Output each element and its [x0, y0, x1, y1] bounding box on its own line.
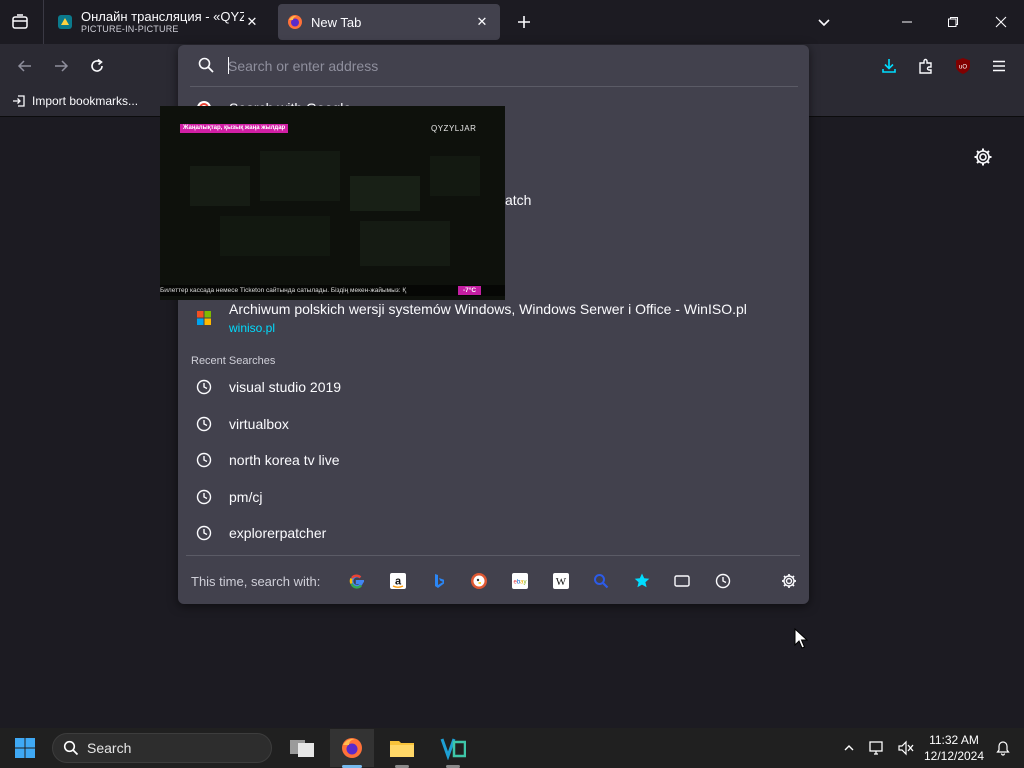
pip-channel-logo: QYZYLJAR [431, 124, 477, 133]
visual-studio-code-app-icon[interactable] [431, 729, 475, 767]
app-menu-hamburger-icon[interactable] [986, 53, 1012, 79]
recent-search-row[interactable]: explorerpatcher [186, 522, 800, 544]
suggestion-partial-text: atch [505, 192, 532, 208]
recent-search-row[interactable]: north korea tv live [186, 449, 800, 471]
svg-text:a: a [395, 576, 402, 588]
import-bookmarks-label: Import bookmarks... [32, 94, 139, 108]
notifications-bell-icon[interactable] [992, 736, 1014, 760]
tab-new-tab[interactable]: New Tab ✕ [278, 4, 500, 40]
pip-channel-badge: Жаңалықтар, қызық жаңа жылдар [180, 124, 289, 133]
windows-logo-icon [194, 308, 214, 328]
tab-title: New Tab [311, 14, 362, 30]
import-icon [12, 94, 26, 108]
downloads-icon[interactable] [876, 53, 902, 79]
show-hidden-icons-chevron-icon[interactable] [838, 736, 860, 760]
reload-icon[interactable] [84, 53, 110, 79]
newtab-settings-gear-icon[interactable] [972, 146, 994, 168]
bing-icon[interactable] [428, 570, 450, 592]
clock-time: 11:32 AM [929, 733, 979, 747]
close-tab-icon[interactable]: ✕ [474, 14, 490, 30]
result-url: winiso.pl [229, 321, 276, 335]
history-clock-icon [194, 450, 214, 470]
amazon-icon[interactable]: a [387, 570, 409, 592]
svg-text:W: W [556, 576, 567, 588]
list-all-tabs-chevron-icon[interactable] [812, 10, 836, 34]
history-icon[interactable] [712, 570, 734, 592]
history-clock-icon [194, 487, 214, 507]
google-icon[interactable] [346, 570, 368, 592]
new-tab-plus-icon[interactable] [512, 10, 536, 34]
close-window-icon[interactable] [978, 0, 1024, 44]
recent-search-label: explorerpatcher [229, 525, 327, 541]
search-icon [197, 56, 215, 74]
clock-date: 12/12/2024 [923, 749, 985, 763]
tab-title: Онлайн трансляция - «QYZYLJ [81, 9, 244, 24]
recent-search-row[interactable]: virtualbox [186, 413, 800, 435]
result-title: Archiwum polskich wersji systemów Window… [229, 301, 747, 317]
recent-search-label: virtualbox [229, 416, 289, 432]
ublock-origin-icon[interactable]: uO [950, 53, 976, 79]
restore-window-icon[interactable] [930, 0, 976, 44]
tab-list-icon[interactable] [6, 8, 34, 36]
minimize-window-icon[interactable] [884, 0, 930, 44]
history-clock-icon [194, 523, 214, 543]
history-clock-icon [194, 414, 214, 434]
windows-start-icon[interactable] [8, 732, 42, 764]
recent-search-row[interactable]: visual studio 2019 [186, 376, 800, 398]
urlbar-footer-divider [186, 555, 800, 556]
pip-video-frame [160, 106, 505, 300]
channel-favicon-icon [57, 14, 73, 30]
task-view-icon[interactable] [280, 729, 324, 767]
system-clock[interactable]: 11:32 AM 12/12/2024 [917, 732, 991, 764]
search-tabs-icon[interactable] [590, 570, 612, 592]
recent-search-label: visual studio 2019 [229, 379, 342, 395]
ebay-icon[interactable]: ebay [509, 570, 531, 592]
search-settings-gear-icon[interactable] [778, 570, 800, 592]
tab-subtitle: PICTURE-IN-PICTURE [81, 24, 179, 34]
network-display-icon[interactable] [866, 736, 888, 760]
duckduckgo-icon[interactable] [468, 570, 490, 592]
recent-searches-header: Recent Searches [191, 355, 276, 367]
picture-in-picture-window[interactable] [160, 106, 505, 300]
pip-temperature: -7°C [458, 286, 482, 295]
search-icon [63, 740, 79, 756]
extensions-puzzle-icon[interactable] [913, 53, 939, 79]
recent-search-row[interactable]: pm/cj [186, 486, 800, 508]
close-tab-icon[interactable]: ✕ [244, 14, 260, 30]
bookmarks-star-icon[interactable] [631, 570, 653, 592]
mouse-cursor-icon [794, 628, 808, 650]
tab-separator [43, 0, 44, 44]
recent-search-label: pm/cj [229, 489, 263, 505]
urlbar-divider [190, 86, 798, 87]
volume-muted-icon[interactable] [895, 736, 917, 760]
history-clock-icon [194, 377, 214, 397]
result-row-winiso[interactable]: Archiwum polskich wersji systemów Window… [186, 296, 800, 340]
tab-pip-stream[interactable]: Онлайн трансляция - «QYZYLJ PICTURE-IN-P… [48, 4, 270, 40]
address-search-input[interactable] [228, 55, 788, 77]
search-with-label: This time, search with: [191, 574, 321, 589]
pip-news-ticker: Билеттер кассада немесе Ticketon сайтынд… [160, 285, 505, 296]
file-explorer-icon[interactable] [380, 729, 424, 767]
svg-text:uO: uO [959, 65, 967, 71]
tabs-icon[interactable] [671, 570, 693, 592]
taskbar-search-label: Search [87, 740, 132, 756]
firefox-icon [287, 14, 303, 30]
import-bookmarks-button[interactable]: Import bookmarks... [12, 92, 138, 110]
forward-arrow-icon[interactable] [48, 53, 74, 79]
wikipedia-icon[interactable]: W [550, 570, 572, 592]
recent-search-label: north korea tv live [229, 452, 340, 468]
taskbar-firefox-icon[interactable] [330, 729, 374, 767]
text-caret [228, 57, 229, 74]
taskbar-search-box[interactable]: Search [52, 733, 272, 763]
svg-text:ebay: ebay [513, 580, 526, 586]
back-arrow-icon[interactable] [12, 53, 38, 79]
